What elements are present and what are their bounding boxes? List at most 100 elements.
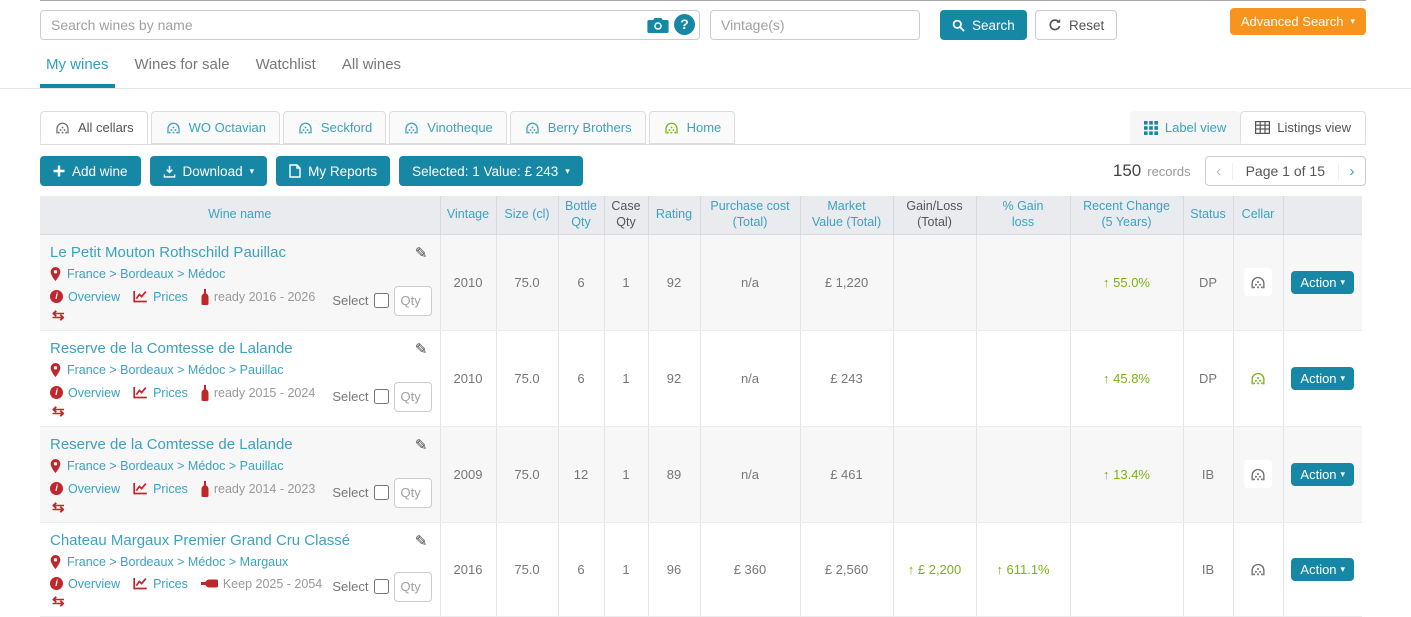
download-button[interactable]: Download ▾ [150,156,268,186]
search-button[interactable]: Search [940,10,1027,40]
page-next-button[interactable]: › [1338,163,1365,180]
size-cell: 75.0 [496,522,558,616]
wine-region-link[interactable]: France > Bordeaux > Médoc > Margaux [67,555,288,569]
select-checkbox[interactable] [374,579,389,594]
action-button[interactable]: Action ▾ [1291,271,1354,294]
transfer-arrows-icon[interactable]: ⇆ [52,593,65,610]
selected-value-button[interactable]: Selected: 1 Value: £ 243 ▾ [399,156,583,186]
cellar-tab-all-cellars[interactable]: All cellars [40,111,148,144]
overview-link[interactable]: Overview [68,290,120,304]
pct-cell [976,330,1070,426]
cellar-icon [297,119,314,136]
my-reports-button[interactable]: My Reports [276,156,390,186]
col-pct-gain[interactable]: % Gain loss [976,196,1070,234]
size-cell: 75.0 [496,234,558,330]
cellar-icon-button[interactable] [1244,364,1272,392]
tab-all-wines[interactable]: All wines [336,52,407,88]
wine-region-link[interactable]: France > Bordeaux > Médoc > Pauillac [67,459,283,473]
price-chart-icon [133,290,148,303]
col-vintage[interactable]: Vintage [440,196,496,234]
map-pin-icon [50,555,61,569]
chevron-down-icon: ▾ [1341,277,1346,288]
col-action [1283,196,1362,234]
col-purchase-cost[interactable]: Purchase cost (Total) [700,196,800,234]
cellar-tab-home[interactable]: Home [649,111,736,144]
tab-my-wines[interactable]: My wines [40,52,115,88]
cellar-tab-seckford[interactable]: Seckford [283,111,386,144]
magnifier-icon [952,19,965,32]
col-gain-loss: Gain/Loss (Total) [893,196,976,234]
cellar-tab-wo-octavian[interactable]: WO Octavian [151,111,280,144]
cellar-tab-vinotheque[interactable]: Vinotheque [389,111,507,144]
prices-link[interactable]: Prices [153,290,188,304]
help-icon[interactable]: ? [674,14,695,35]
transfer-arrows-icon[interactable]: ⇆ [52,499,65,516]
wine-region-link[interactable]: France > Bordeaux > Médoc [67,267,225,281]
wine-name-link[interactable]: Le Petit Mouton Rothschild Pauillac [50,244,286,261]
page-indicator: Page 1 of 15 [1233,163,1338,179]
prices-link[interactable]: Prices [153,386,188,400]
transfer-arrows-icon[interactable]: ⇆ [52,307,65,324]
wine-name-link[interactable]: Chateau Margaux Premier Grand Cru Classé [50,532,350,549]
pct-cell: ↑ 611.1% [976,522,1070,616]
camera-search-icon[interactable] [647,16,669,34]
select-checkbox[interactable] [374,485,389,500]
add-wine-button[interactable]: Add wine [40,156,141,186]
overview-link[interactable]: Overview [68,482,120,496]
wine-name-cell: Le Petit Mouton Rothschild Pauillac ✎ Fr… [40,234,440,330]
select-checkbox[interactable] [374,293,389,308]
tab-wines-for-sale[interactable]: Wines for sale [129,52,236,88]
cellar-icon-button[interactable] [1244,460,1272,488]
wine-region-link[interactable]: France > Bordeaux > Médoc > Pauillac [67,363,283,377]
col-recent-change[interactable]: Recent Change (5 Years) [1070,196,1183,234]
qty-input[interactable] [394,286,432,316]
wine-name-link[interactable]: Reserve de la Comtesse de Lalande [50,340,293,357]
cellar-icon-button[interactable] [1244,555,1272,583]
table-body: Le Petit Mouton Rothschild Pauillac ✎ Fr… [40,234,1362,616]
pagination: ‹ Page 1 of 15 › [1205,156,1366,186]
advanced-search-button[interactable]: Advanced Search ▾ [1230,8,1366,35]
qty-input[interactable] [394,572,432,602]
edit-pencil-icon[interactable]: ✎ [415,532,432,550]
overview-link[interactable]: Overview [68,577,120,591]
cellar-cell [1233,330,1283,426]
col-rating[interactable]: Rating [648,196,700,234]
tab-watchlist[interactable]: Watchlist [250,52,322,88]
label-view-button[interactable]: Label view [1130,111,1240,144]
col-status[interactable]: Status [1183,196,1233,234]
purchase-cost-cell: n/a [700,426,800,522]
action-button[interactable]: Action ▾ [1291,463,1354,486]
cellar-tab-berry-brothers[interactable]: Berry Brothers [510,111,646,144]
action-button[interactable]: Action ▾ [1291,367,1354,390]
wine-name-link[interactable]: Reserve de la Comtesse de Lalande [50,436,293,453]
action-button[interactable]: Action ▾ [1291,558,1354,581]
col-cellar[interactable]: Cellar [1233,196,1283,234]
edit-pencil-icon[interactable]: ✎ [415,244,432,262]
listings-view-button[interactable]: Listings view [1240,111,1366,144]
edit-pencil-icon[interactable]: ✎ [415,436,432,454]
select-checkbox[interactable] [374,389,389,404]
vintage-input[interactable] [710,10,920,40]
col-size[interactable]: Size (cl) [496,196,558,234]
col-case-qty: Case Qty [604,196,648,234]
edit-pencil-icon[interactable]: ✎ [415,340,432,358]
col-wine-name[interactable]: Wine name [40,196,440,234]
qty-input[interactable] [394,382,432,412]
overview-link[interactable]: Overview [68,386,120,400]
reset-button[interactable]: Reset [1035,10,1117,40]
table-row: Chateau Margaux Premier Grand Cru Classé… [40,522,1362,616]
col-bottle-qty[interactable]: Bottle Qty [558,196,604,234]
page-prev-button[interactable]: ‹ [1206,163,1233,180]
gain-cell [893,426,976,522]
col-market-value[interactable]: Market Value (Total) [800,196,893,234]
wine-bottle-icon [201,481,209,497]
qty-input[interactable] [394,478,432,508]
prices-link[interactable]: Prices [153,482,188,496]
prices-link[interactable]: Prices [153,577,188,591]
transfer-arrows-icon[interactable]: ⇆ [52,403,65,420]
search-input[interactable] [40,10,700,40]
status-cell: DP [1183,330,1233,426]
cellar-tabs-row: All cellars WO Octavian Seckford Vinothe… [40,112,1366,145]
cellar-icon-button[interactable] [1244,268,1272,296]
grid-icon [1144,121,1158,135]
